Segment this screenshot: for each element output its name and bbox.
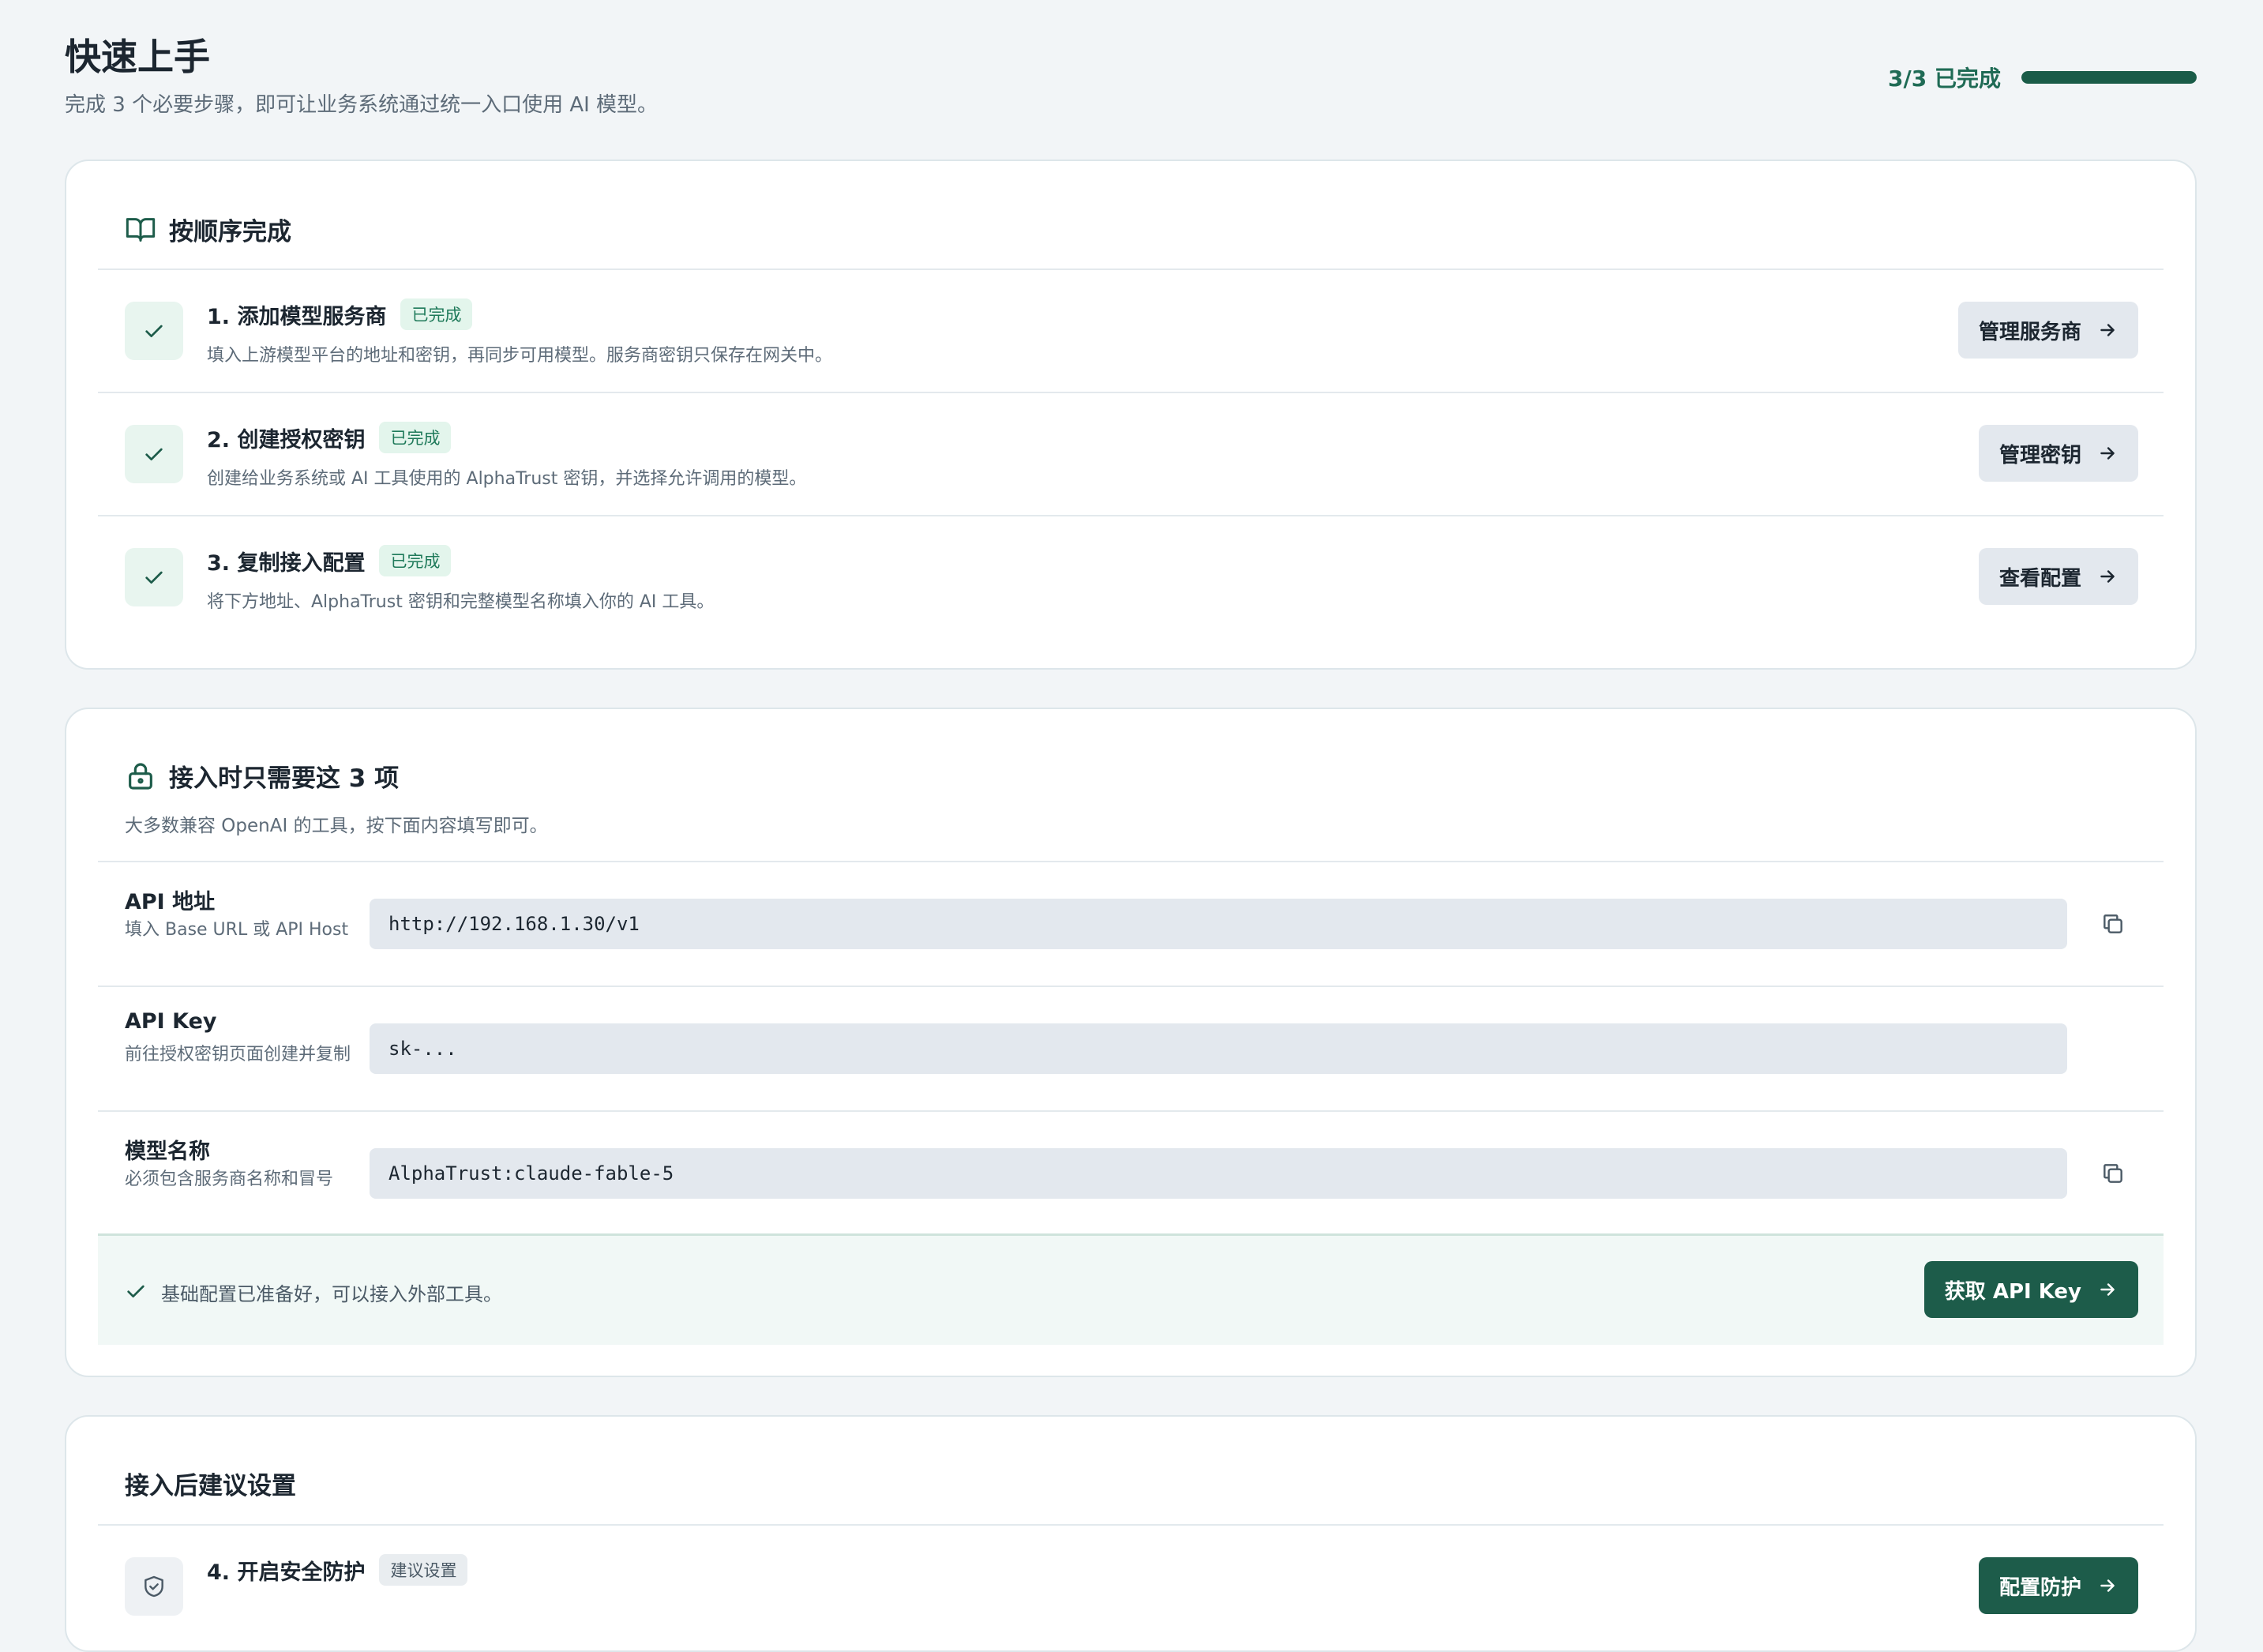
field-label: API Key — [125, 1009, 217, 1034]
steps-card: 按顺序完成 1. 添加模型服务商 已完成 填入上游模型平台的地址和密钥，再同步可… — [65, 160, 2197, 670]
button-label: 查看配置 — [1998, 566, 2081, 591]
step-title: 4. 开启安全防护 — [207, 1560, 366, 1585]
progress-bar-fill — [2021, 71, 2197, 84]
field-hint: 前往授权密钥页面创建并复制 — [125, 1045, 351, 1064]
field-hint: 填入 Base URL 或 API Host — [125, 920, 349, 940]
book-open-icon — [125, 214, 156, 246]
button-label: 获取 API Key — [1944, 1279, 2081, 1304]
step-check-icon — [125, 302, 183, 360]
progress-text: 3/3 已完成 — [1888, 66, 2001, 92]
status-badge: 已完成 — [379, 422, 452, 453]
view-config-button[interactable]: 查看配置 — [1978, 548, 2138, 605]
api-key-field[interactable] — [370, 1023, 2067, 1074]
configure-protection-button[interactable]: 配置防护 — [1978, 1557, 2138, 1614]
button-label: 管理密钥 — [1998, 443, 2081, 467]
manage-providers-button[interactable]: 管理服务商 — [1957, 302, 2138, 359]
api-url-field[interactable] — [370, 899, 2067, 949]
step-row: 4. 开启安全防护 建议设置 配置防护 — [98, 1526, 2164, 1647]
advice-card-header: 接入后建议设置 — [125, 1466, 296, 1501]
copy-icon[interactable] — [2097, 908, 2129, 940]
step-title-line: 1. 添加模型服务商 已完成 — [207, 298, 473, 330]
config-card: 接入时只需要这 3 项 大多数兼容 OpenAI 的工具，按下面内容填写即可。 … — [65, 708, 2197, 1377]
advice-card-title: 接入后建议设置 — [125, 1472, 296, 1500]
step-title: 1. 添加模型服务商 — [207, 304, 387, 329]
copy-icon[interactable] — [2097, 1158, 2129, 1189]
step-title: 3. 复制接入配置 — [207, 550, 366, 576]
step-title: 2. 创建授权密钥 — [207, 427, 366, 452]
step-row: 3. 复制接入配置 已完成 将下方地址、AlphaTrust 密钥和完整模型名称… — [98, 516, 2164, 638]
arrow-right-icon — [2097, 320, 2118, 340]
quick-start-page: 快速上手 完成 3 个必要步骤，即可让业务系统通过统一入口使用 AI 模型。 3… — [0, 0, 2263, 1652]
shield-check-icon — [144, 1575, 163, 1598]
status-badge: 建议设置 — [379, 1554, 468, 1586]
config-card-title: 接入时只需要这 3 项 — [169, 764, 400, 793]
page-title: 快速上手 — [65, 36, 210, 78]
check-icon — [123, 1278, 148, 1307]
step-title-line: 2. 创建授权密钥 已完成 — [207, 422, 452, 453]
field-label: 模型名称 — [125, 1140, 210, 1164]
api-url-row: API 地址 填入 Base URL 或 API Host — [98, 862, 2164, 986]
field-label: API 地址 — [125, 890, 216, 914]
field-hint: 必须包含服务商名称和冒号 — [125, 1170, 334, 1189]
progress-indicator: 3/3 已完成 — [1888, 62, 2197, 93]
step-check-icon — [125, 425, 183, 483]
arrow-right-icon — [2097, 443, 2118, 464]
step-description: 填入上游模型平台的地址和密钥，再同步可用模型。服务商密钥只保存在网关中。 — [207, 346, 833, 366]
config-card-header: 接入时只需要这 3 项 — [125, 758, 399, 794]
advice-card: 接入后建议设置 4. 开启安全防护 建议设置 配置防护 — [65, 1415, 2197, 1652]
ready-status-bar: 基础配置已准备好，可以接入外部工具。 获取 API Key — [98, 1233, 2164, 1345]
steps-card-header: 按顺序完成 — [125, 212, 291, 247]
step-row: 1. 添加模型服务商 已完成 填入上游模型平台的地址和密钥，再同步可用模型。服务… — [98, 270, 2164, 392]
config-card-description: 大多数兼容 OpenAI 的工具，按下面内容填写即可。 — [125, 816, 548, 836]
button-label: 配置防护 — [1998, 1575, 2081, 1600]
arrow-right-icon — [2097, 1279, 2118, 1300]
step-row: 2. 创建授权密钥 已完成 创建给业务系统或 AI 工具使用的 AlphaTru… — [98, 393, 2164, 515]
step-description: 创建给业务系统或 AI 工具使用的 AlphaTrust 密钥，并选择允许调用的… — [207, 469, 807, 489]
manage-keys-button[interactable]: 管理密钥 — [1978, 425, 2138, 482]
step-check-icon — [125, 548, 183, 606]
button-label: 管理服务商 — [1978, 320, 2081, 344]
step-status-icon — [125, 1557, 183, 1616]
page-subtitle: 完成 3 个必要步骤，即可让业务系统通过统一入口使用 AI 模型。 — [65, 93, 659, 117]
ready-status-text: 基础配置已准备好，可以接入外部工具。 — [161, 1283, 502, 1305]
status-badge: 已完成 — [400, 298, 473, 330]
model-name-field[interactable] — [370, 1148, 2067, 1199]
api-key-row: API Key 前往授权密钥页面创建并复制 — [98, 987, 2164, 1110]
arrow-right-icon — [2097, 566, 2118, 587]
step-title-line: 3. 复制接入配置 已完成 — [207, 545, 452, 576]
step-description: 将下方地址、AlphaTrust 密钥和完整模型名称填入你的 AI 工具。 — [207, 592, 715, 612]
status-badge: 已完成 — [379, 545, 452, 576]
step-title-line: 4. 开启安全防护 建议设置 — [207, 1554, 468, 1586]
model-name-row: 模型名称 必须包含服务商名称和冒号 — [98, 1112, 2164, 1235]
progress-bar — [2021, 71, 2197, 84]
lock-icon — [125, 760, 156, 792]
page-header: 快速上手 完成 3 个必要步骤，即可让业务系统通过统一入口使用 AI 模型。 3… — [65, 33, 2197, 128]
steps-card-title: 按顺序完成 — [169, 218, 291, 246]
get-api-key-button[interactable]: 获取 API Key — [1923, 1261, 2138, 1318]
arrow-right-icon — [2097, 1575, 2118, 1596]
